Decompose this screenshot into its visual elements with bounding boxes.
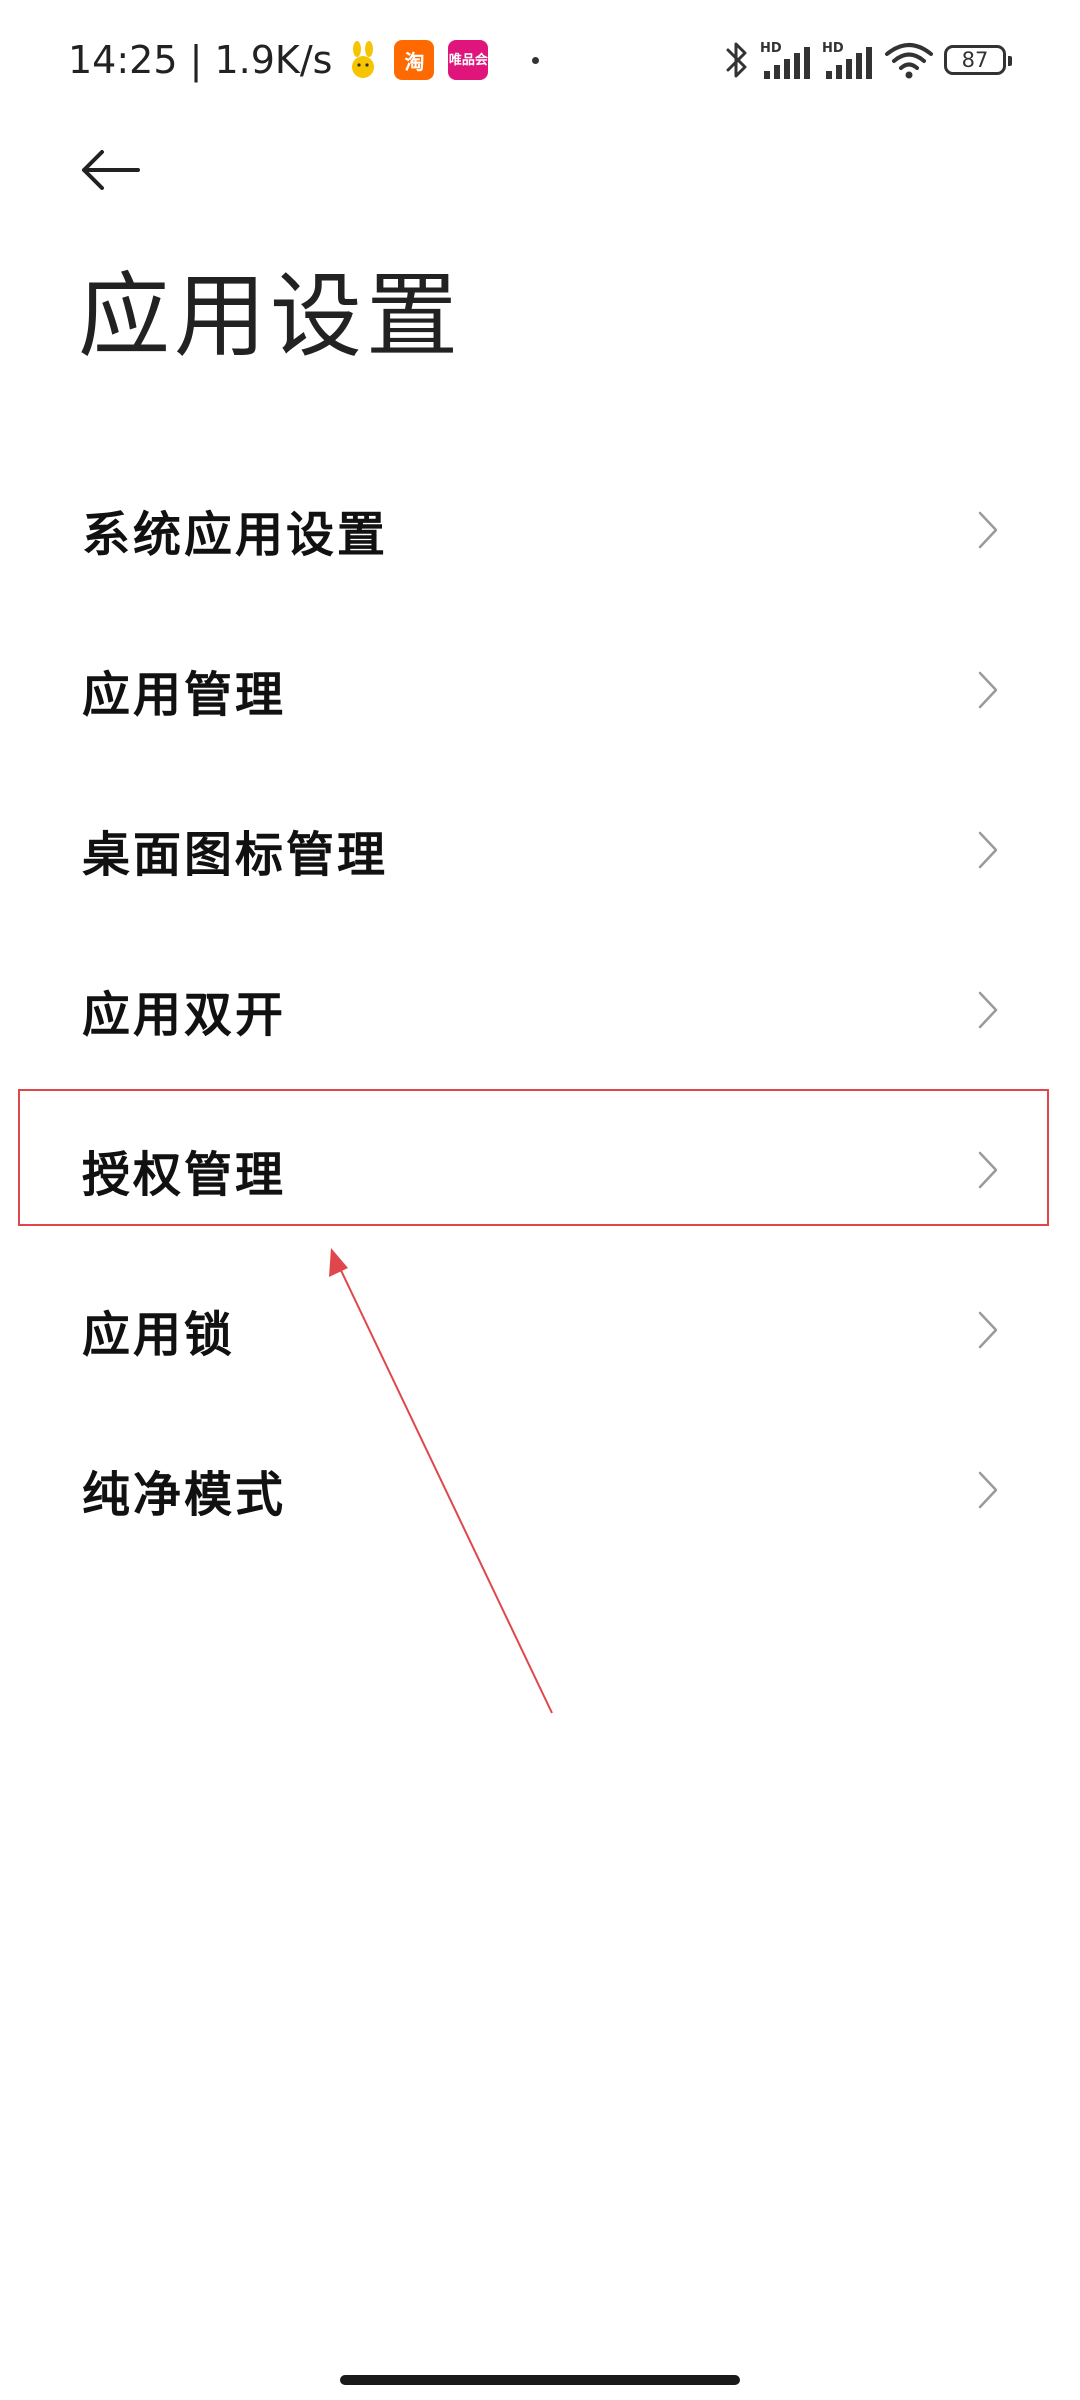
home-indicator[interactable] <box>340 2375 740 2385</box>
menu-item-permission-management[interactable]: 授权管理 <box>0 1090 1080 1250</box>
svg-text:HD: HD <box>760 41 782 56</box>
page-title: 应用设置 <box>78 263 463 370</box>
menu-item-label: 桌面图标管理 <box>82 827 389 883</box>
wifi-icon <box>884 40 934 80</box>
chevron-right-icon <box>974 1307 1002 1353</box>
menu-item-system-app-settings[interactable]: 系统应用设置 <box>0 450 1080 610</box>
rabbit-app-icon <box>346 40 380 80</box>
menu-item-app-lock[interactable]: 应用锁 <box>0 1250 1080 1410</box>
more-notifications-dot-icon <box>532 56 540 64</box>
menu-item-label: 应用锁 <box>82 1307 236 1363</box>
time-and-network-speed: 14:25 | 1.9K/s <box>68 38 333 82</box>
battery-level: 87 <box>961 47 989 72</box>
menu-item-app-management[interactable]: 应用管理 <box>0 610 1080 770</box>
menu-item-label: 纯净模式 <box>82 1467 287 1523</box>
menu-item-label: 授权管理 <box>82 1147 287 1203</box>
menu-item-label: 应用双开 <box>82 987 287 1043</box>
menu-item-label: 应用管理 <box>82 667 287 723</box>
chevron-right-icon <box>974 1147 1002 1193</box>
status-bar: 14:25 | 1.9K/s 淘 唯品会 HD HD 87 <box>0 0 1080 120</box>
menu-item-label: 系统应用设置 <box>82 507 389 563</box>
status-bar-right: HD HD 87 <box>724 34 1012 86</box>
chevron-right-icon <box>974 507 1002 553</box>
taobao-icon: 淘 <box>394 40 435 80</box>
settings-menu: 系统应用设置 应用管理 桌面图标管理 应用双开 授权管理 应用锁 纯净模式 <box>0 450 1080 1570</box>
chevron-right-icon <box>974 827 1002 873</box>
hd-signal-icon: HD <box>760 39 812 81</box>
arrow-left-icon <box>82 150 140 190</box>
status-bar-left: 14:25 | 1.9K/s 淘 唯品会 <box>68 30 540 90</box>
svg-text:HD: HD <box>822 41 844 56</box>
back-button[interactable] <box>70 130 150 210</box>
chevron-right-icon <box>974 987 1002 1033</box>
vipshop-icon: 唯品会 <box>448 40 489 80</box>
hd-signal-icon: HD <box>822 39 874 81</box>
battery-icon: 87 <box>944 45 1012 75</box>
menu-item-dual-apps[interactable]: 应用双开 <box>0 930 1080 1090</box>
chevron-right-icon <box>974 1467 1002 1513</box>
menu-item-desktop-icon-management[interactable]: 桌面图标管理 <box>0 770 1080 930</box>
menu-item-pure-mode[interactable]: 纯净模式 <box>0 1410 1080 1570</box>
chevron-right-icon <box>974 667 1002 713</box>
bluetooth-icon <box>724 39 750 81</box>
